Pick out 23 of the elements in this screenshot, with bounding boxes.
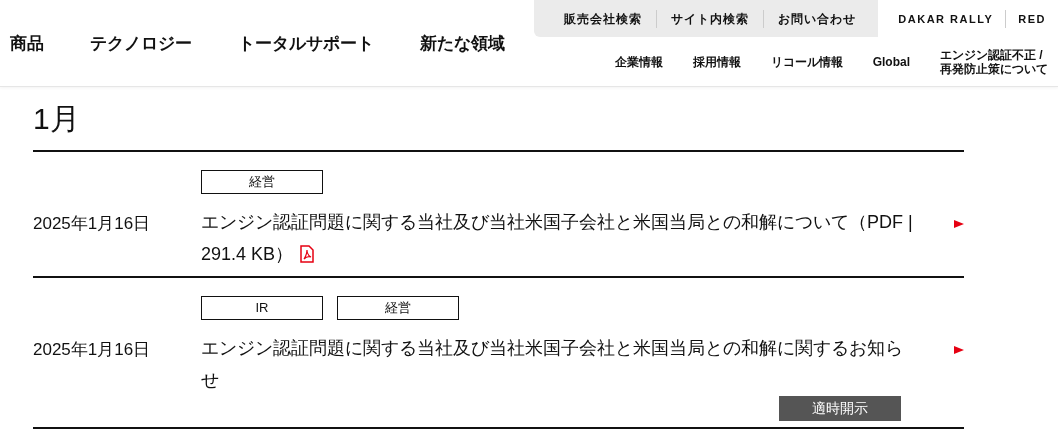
brand-link[interactable]: RED (1005, 9, 1058, 28)
sub-nav-link[interactable]: エンジン認証不正 / 再発防止策について (940, 47, 1052, 76)
news-title-link[interactable]: エンジン認証問題に関する当社及び当社米国子会社と米国当局との和解に関するお知らせ (201, 332, 913, 396)
sub-nav-link[interactable]: 採用情報 (692, 54, 741, 69)
month-heading: 1月 (33, 87, 964, 152)
main-nav-link[interactable]: 商品 (10, 31, 44, 55)
utility-link[interactable]: 販売会社検索 (550, 9, 657, 28)
disclosure-badge: 適時開示 (779, 396, 901, 421)
news-date: 2025年1月16日 (33, 213, 152, 235)
main-nav-link[interactable]: トータルサポート (238, 31, 374, 55)
news-title-link[interactable]: エンジン認証問題に関する当社及び当社米国子会社と米国当局との和解について（PDF | 291.4 KB） (201, 206, 913, 270)
main-nav-link[interactable]: テクノロジー (90, 31, 192, 55)
category-tag: IR (201, 296, 323, 320)
category-tag: 経営 (201, 170, 323, 194)
sub-nav-link[interactable]: Global (872, 54, 910, 69)
brand-link[interactable]: DAKAR RALLY (886, 9, 1006, 28)
news-date: 2025年1月16日 (33, 339, 152, 361)
main-nav-link[interactable]: 新たな領域 (420, 31, 505, 55)
utility-link[interactable]: お問い合わせ (763, 9, 871, 28)
utility-link[interactable]: サイト内検索 (656, 9, 764, 28)
sub-nav-link[interactable]: 企業情報 (614, 54, 663, 69)
category-tag: 経営 (337, 296, 459, 320)
sub-nav-link[interactable]: リコール情報 (770, 54, 843, 69)
